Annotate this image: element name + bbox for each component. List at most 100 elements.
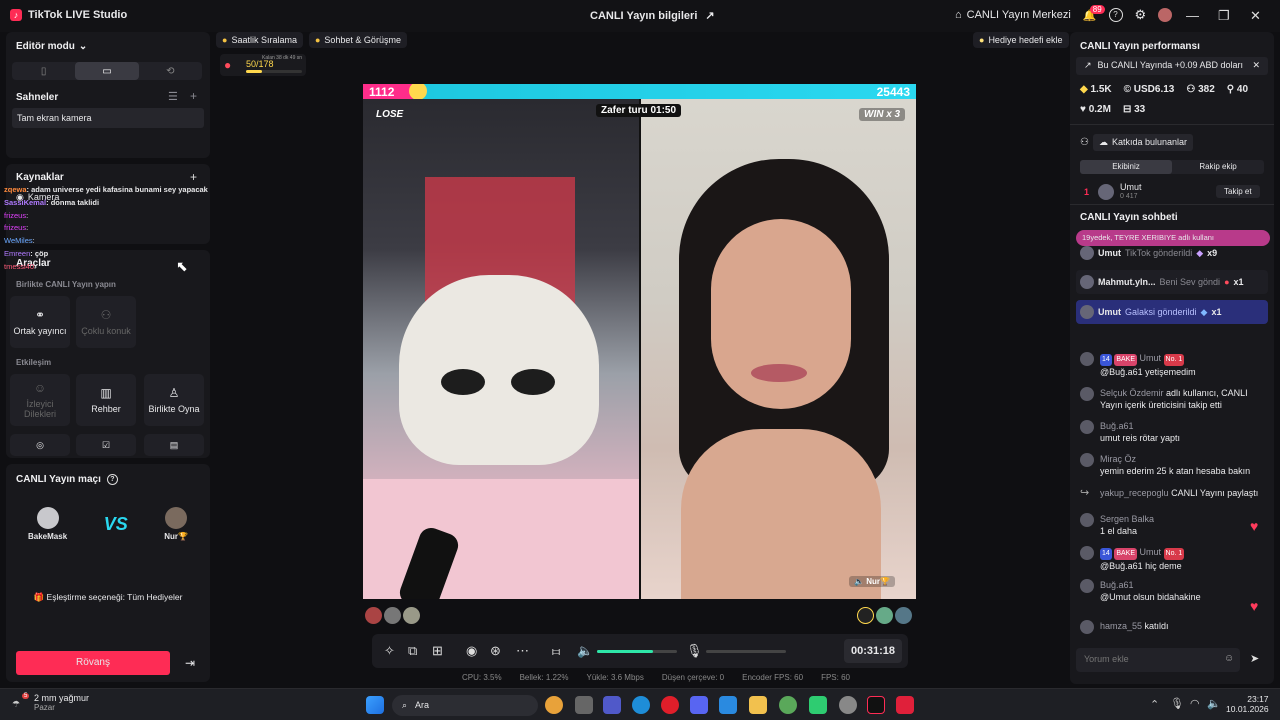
tab-rival-team[interactable]: Rakip ekip (1172, 160, 1264, 174)
hourly-ranking-button[interactable]: ● Saatlik Sıralama (216, 32, 303, 48)
taskbar-search[interactable]: ⌕ Ara (392, 695, 538, 716)
speaker-volume-slider[interactable] (597, 650, 677, 653)
overlay-chat-name: frizeus (4, 210, 27, 220)
target-tile[interactable]: ◎ (10, 434, 70, 456)
list-icon[interactable]: ☰ (168, 90, 178, 103)
score-right: 25443 (876, 84, 910, 99)
discord-icon[interactable] (690, 696, 708, 714)
live-center-button[interactable]: ⌂ CANLI Yayın Merkezi (955, 9, 1071, 21)
cohost-button[interactable]: ⚭ Ortak yayıncı (10, 296, 70, 348)
tiktok-studio-icon[interactable] (867, 696, 885, 714)
chat-message: 14 BAKE Umut No. 1 @Buğ.a61 yetişemedim (1080, 352, 1266, 378)
checklist-tile[interactable]: ☑ (76, 434, 136, 456)
app-icon[interactable] (575, 696, 593, 714)
viewer-requests-button[interactable]: ☺ İzleyici Dilekleri (10, 374, 70, 426)
chat-message: Miraç Öz yemin ederim 25 k atan hesaba ba… (1080, 453, 1266, 477)
wifi-icon[interactable]: ◠ (1190, 697, 1200, 710)
windows-start-icon[interactable] (366, 696, 384, 714)
microphone-icon[interactable]: 🎙 (686, 643, 703, 659)
help-icon[interactable]: ? (106, 474, 118, 485)
close-icon[interactable]: ✕ (1250, 8, 1261, 24)
overlay-chat-msg: : (34, 261, 37, 271)
editor-mode-dropdown[interactable]: Editör modu ⌄ (16, 41, 87, 52)
chrome-active-icon[interactable] (779, 696, 797, 714)
avatar (384, 607, 401, 624)
sources-label: Kaynaklar (16, 172, 64, 183)
more-icon[interactable]: ⋯ (516, 643, 529, 659)
chat-text: @Buğ.a61 hiç deme (1100, 561, 1182, 571)
settings-dial-icon[interactable]: ⊛ (490, 643, 501, 659)
gift-row: Umut TikTok gönderildi ◆ x9 (1080, 246, 1217, 260)
avatar[interactable] (1158, 8, 1173, 22)
maximize-icon[interactable]: ❐ (1218, 8, 1230, 24)
portrait-icon[interactable]: ▯ (12, 62, 75, 80)
app-name: TikTok LIVE Studio (28, 9, 128, 21)
folder-icon[interactable] (749, 696, 767, 714)
home-icon: ⌂ (955, 9, 962, 21)
youtube-icon[interactable] (896, 696, 914, 714)
overlay-chat-name: WeMiles (4, 236, 33, 246)
gift-goal-button[interactable]: ● Hediye hedefi ekle (973, 32, 1069, 48)
send-icon[interactable]: ➤ (1250, 652, 1259, 665)
chrome-icon[interactable] (545, 696, 563, 714)
chat-call-button[interactable]: ● Sohbet & Görüşme (308, 32, 407, 48)
emoji-icon[interactable]: ☺ (1224, 653, 1234, 664)
microphone-icon[interactable]: 🎙 (1170, 697, 1184, 710)
comment-input[interactable]: ☺ (1076, 648, 1240, 672)
mic-volume-slider[interactable] (706, 650, 786, 653)
speaker-icon[interactable]: 🔈 (577, 643, 593, 659)
multi-guest-button[interactable]: ⚇ Çoklu konuk (76, 296, 136, 348)
close-icon[interactable]: ✕ (1252, 60, 1260, 72)
user-settings-icon[interactable]: ⚇ (1080, 137, 1089, 148)
gifters-stat: ⊟ 33 (1123, 104, 1145, 115)
add-scene-icon[interactable]: + (190, 89, 197, 103)
match-players: BakeMask VS Nur🏆 (18, 498, 198, 550)
add-element-icon[interactable]: ⊞ (432, 643, 443, 659)
comment-field[interactable] (1076, 648, 1216, 670)
gear-icon[interactable]: ⚙ (1135, 7, 1147, 23)
level-badge: 14 (1100, 354, 1112, 366)
magic-wand-icon[interactable]: ✧ (384, 643, 395, 659)
rotate-icon[interactable]: ⟲ (139, 62, 202, 80)
volume-icon[interactable]: 🔈 (1207, 697, 1221, 710)
notification-button[interactable]: 🔔 89 (1083, 4, 1105, 22)
record-icon[interactable]: ◉ (466, 643, 477, 659)
follow-button[interactable]: Takip et (1216, 185, 1260, 198)
gift-row: Umut Galaksi gönderildi ◆ x1 (1080, 305, 1221, 319)
live-info-button[interactable]: CANLI Yayın bilgileri ↗ (590, 9, 715, 23)
guest-shoulders (681, 429, 881, 599)
minimize-icon[interactable]: — (1186, 8, 1199, 23)
clock[interactable]: 23:17 10.01.2026 (1226, 694, 1269, 714)
rematch-button[interactable]: Rövanş (16, 651, 170, 675)
guide-button[interactable]: ▥ Rehber (76, 374, 136, 426)
speaker-volume-fill (597, 650, 653, 653)
opera-icon[interactable] (661, 696, 679, 714)
app-icon[interactable] (839, 696, 857, 714)
play-together-button[interactable]: ♙ Birlikte Oyna (144, 374, 204, 426)
landscape-icon[interactable]: ▭ (75, 62, 139, 80)
box-tile[interactable]: ▤ (144, 434, 204, 456)
edge-icon[interactable] (632, 696, 650, 714)
add-source-icon[interactable]: + (190, 170, 197, 184)
pinned-banner[interactable]: 19yedek, TEYRE XERIBIYE adlı kullanı (1076, 230, 1270, 246)
goal-widget[interactable]: ● 50/178 Kalan 38 dk 49 sn (220, 54, 306, 76)
exit-icon[interactable]: ⇥ (178, 651, 202, 675)
hand-icon: ● (222, 35, 228, 45)
weather-sub: Pazar (34, 703, 55, 712)
teams-icon[interactable] (603, 696, 621, 714)
mixer-icon[interactable]: ⧦ (552, 643, 560, 659)
likes-stat: ◆ 1.5K (1080, 84, 1112, 95)
chevron-up-icon[interactable]: ⌃ (1150, 698, 1159, 711)
tab-your-team[interactable]: Ekibiniz (1080, 160, 1172, 174)
chat-text: umut reis rötar yaptı (1100, 433, 1181, 443)
mask-head (399, 275, 599, 465)
contributors-button[interactable]: ☁ Katkıda bulunanlar (1092, 134, 1194, 151)
weather-widget[interactable]: ☂ 5 2 mm yağmur Pazar (12, 693, 89, 712)
mail-icon[interactable] (719, 696, 737, 714)
transform-icon[interactable]: ⧉ (408, 643, 417, 659)
help-icon[interactable]: ? (1108, 8, 1123, 22)
orientation-toggle[interactable]: ▯ ▭ ⟲ (12, 62, 202, 80)
scene-item[interactable]: Tam ekran kamera (12, 108, 204, 128)
app-icon[interactable] (809, 696, 827, 714)
avatar (1080, 275, 1094, 289)
